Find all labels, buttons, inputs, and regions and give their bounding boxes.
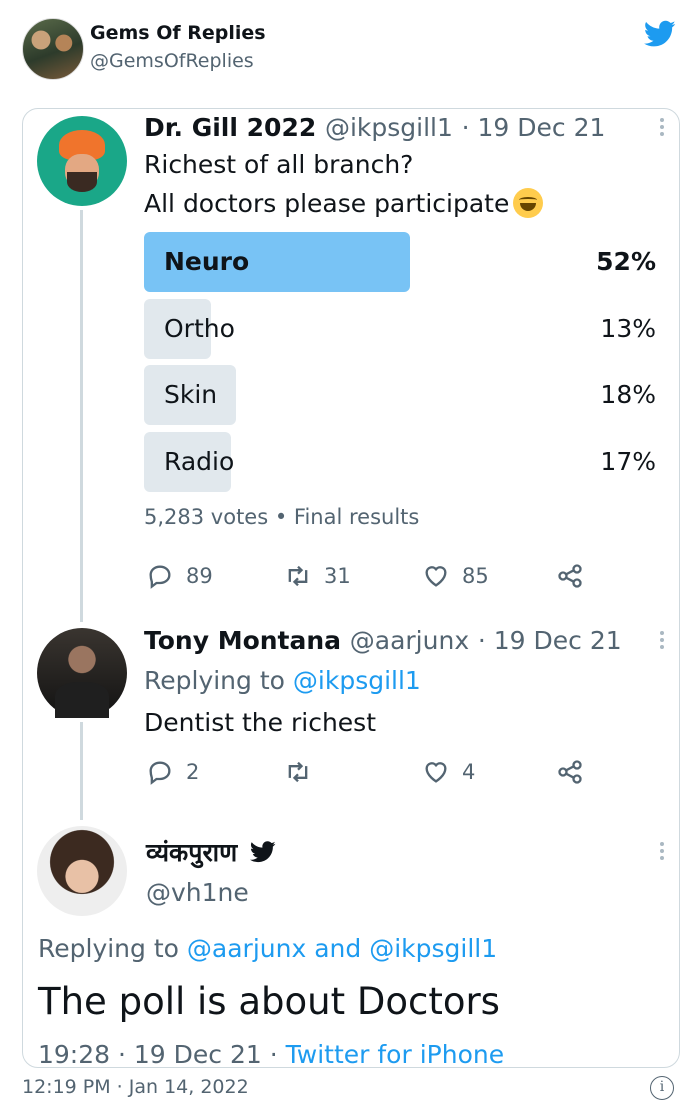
poll-option-label: Ortho xyxy=(164,314,235,343)
author-handle[interactable]: @vh1ne xyxy=(146,878,249,907)
retweet-icon xyxy=(288,565,308,587)
like-button[interactable]: 4 xyxy=(422,758,475,786)
mention-link[interactable]: @ikpsgill1 xyxy=(369,934,497,963)
more-options-icon[interactable] xyxy=(660,118,666,139)
poll-option-label: Skin xyxy=(164,380,218,409)
like-count: 85 xyxy=(462,564,489,588)
mention-conjunction: and xyxy=(314,934,362,963)
reply-button[interactable]: 89 xyxy=(146,562,213,590)
account-name[interactable]: Gems Of Replies xyxy=(90,22,266,44)
grinning-squinting-face-icon xyxy=(513,188,544,218)
poll-option-percent: 52% xyxy=(596,247,656,276)
thread-line xyxy=(80,210,83,622)
account-handle[interactable]: @GemsOfReplies xyxy=(90,50,254,72)
source-link[interactable]: Twitter for iPhone xyxy=(286,1040,504,1069)
reply-button[interactable]: 2 xyxy=(146,758,199,786)
info-icon[interactable]: i xyxy=(650,1076,674,1100)
retweet-button[interactable] xyxy=(284,758,324,786)
retweet-icon xyxy=(288,761,308,783)
tweet-text-line: All doctors please participate xyxy=(144,189,510,218)
tweet-time[interactable]: 19:28 · 19 Dec 21 · xyxy=(38,1040,278,1069)
embed-timestamp[interactable]: 12:19 PM · Jan 14, 2022 xyxy=(22,1076,249,1098)
avatar[interactable] xyxy=(37,116,127,206)
more-options-icon[interactable] xyxy=(660,631,666,652)
replying-to-prefix: Replying to xyxy=(38,934,179,963)
like-button[interactable]: 85 xyxy=(422,562,489,590)
twitter-bird-icon[interactable] xyxy=(644,20,676,48)
retweet-count: 31 xyxy=(324,564,351,588)
poll-option-label: Neuro xyxy=(164,247,250,276)
tweet-text: All doctors please participate xyxy=(144,188,544,218)
tweet-author-line: Dr. Gill 2022 @ikpsgill1 · 19 Dec 21 xyxy=(144,113,605,142)
account-avatar[interactable] xyxy=(22,18,84,80)
author-handle[interactable]: @ikpsgill1 xyxy=(325,113,453,142)
heart-icon xyxy=(425,566,447,587)
reply-count: 2 xyxy=(186,760,200,784)
mention-link[interactable]: @ikpsgill1 xyxy=(293,666,421,695)
poll-option-percent: 13% xyxy=(600,314,656,343)
author-name[interactable]: Tony Montana xyxy=(144,626,341,655)
poll-option-percent: 17% xyxy=(600,447,656,476)
retweet-button[interactable]: 31 xyxy=(284,562,351,590)
tweet-author-line: व्यंकपुराण xyxy=(146,835,276,869)
author-name[interactable]: व्यंकपुराण xyxy=(146,838,237,867)
mention-link[interactable]: @aarjunx xyxy=(187,934,306,963)
reply-count: 89 xyxy=(186,564,213,588)
tweet-text: Dentist the richest xyxy=(144,708,376,737)
tweet-date[interactable]: · 19 Dec 21 xyxy=(478,626,622,655)
like-count: 4 xyxy=(462,760,476,784)
tweet-actions: 2 4 xyxy=(146,758,606,790)
replying-to: Replying to @ikpsgill1 xyxy=(144,666,421,695)
share-button[interactable] xyxy=(556,758,596,786)
poll-option-percent: 18% xyxy=(600,380,656,409)
avatar[interactable] xyxy=(37,628,127,718)
poll-option-label: Radio xyxy=(164,447,235,476)
avatar[interactable] xyxy=(37,826,127,916)
author-name[interactable]: Dr. Gill 2022 xyxy=(144,113,316,142)
reply-icon xyxy=(149,565,171,589)
tweet-text: Richest of all branch? xyxy=(144,150,414,179)
tweet-author-line: Tony Montana @aarjunx · 19 Dec 21 xyxy=(144,626,622,655)
share-icon xyxy=(558,564,582,588)
share-button[interactable] xyxy=(556,562,596,590)
tweet-timestamp: 19:28 · 19 Dec 21 · Twitter for iPhone xyxy=(38,1040,504,1069)
more-options-icon[interactable] xyxy=(660,842,666,863)
heart-icon xyxy=(425,762,447,783)
focused-tweet-text: The poll is about Doctors xyxy=(38,980,500,1023)
twitter-bird-icon xyxy=(249,841,276,863)
replying-to-prefix: Replying to xyxy=(144,666,285,695)
share-icon xyxy=(558,760,582,784)
replying-to: Replying to @aarjunx and @ikpsgill1 xyxy=(38,934,497,963)
tweet-actions: 89 31 85 xyxy=(146,562,606,594)
reply-icon xyxy=(149,761,171,785)
author-handle[interactable]: @aarjunx xyxy=(350,626,469,655)
poll-summary: 5,283 votes • Final results xyxy=(144,505,420,529)
tweet-date[interactable]: · 19 Dec 21 xyxy=(462,113,606,142)
thread-line xyxy=(80,722,83,820)
